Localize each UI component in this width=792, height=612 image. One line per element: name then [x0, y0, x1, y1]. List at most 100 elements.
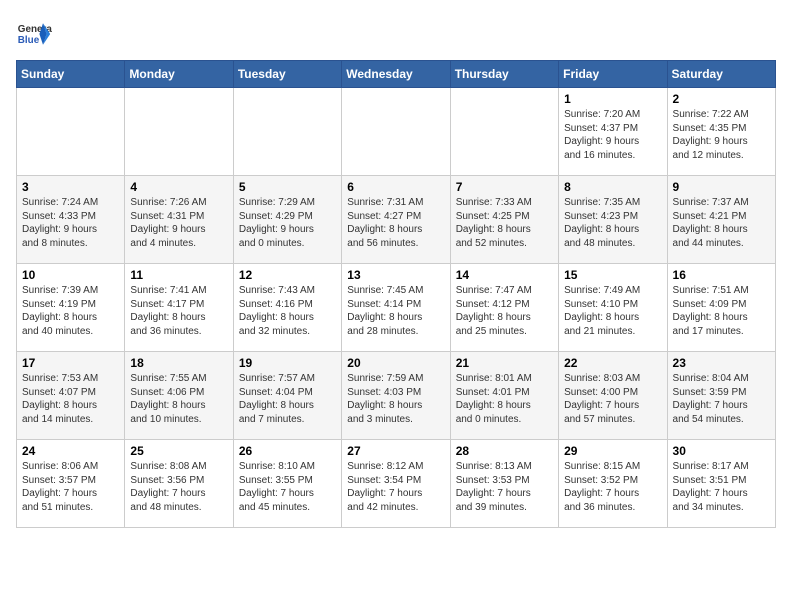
calendar-cell: 5Sunrise: 7:29 AM Sunset: 4:29 PM Daylig…	[233, 176, 341, 264]
calendar-cell: 19 Sunrise: 7:57 AM Sunset: 4:04 PM Dayli…	[233, 352, 341, 440]
calendar-cell: 8Sunrise: 7:35 AM Sunset: 4:23 PM Daylig…	[559, 176, 667, 264]
day-number: 26	[239, 444, 336, 458]
calendar-cell	[233, 88, 341, 176]
day-info: Sunrise: 8:12 AM Sunset: 3:54 PM Dayligh…	[347, 460, 444, 514]
day-info: Sunrise: 7:57 AM Sunset: 4:04 PM Dayligh…	[239, 372, 336, 426]
calendar-cell: 27 Sunrise: 8:12 AM Sunset: 3:54 PM Dayli…	[342, 440, 450, 528]
day-number: 15	[564, 268, 661, 282]
day-number: 28	[456, 444, 553, 458]
calendar-cell: 15 Sunrise: 7:49 AM Sunset: 4:10 PM Dayli…	[559, 264, 667, 352]
calendar-cell: 22 Sunrise: 8:03 AM Sunset: 4:00 PM Dayli…	[559, 352, 667, 440]
day-number: 9	[673, 180, 770, 194]
day-info: Sunrise: 8:08 AM Sunset: 3:56 PM Dayligh…	[130, 460, 227, 514]
day-number: 4	[130, 180, 227, 194]
day-number: 18	[130, 356, 227, 370]
calendar-cell: 12 Sunrise: 7:43 AM Sunset: 4:16 PM Dayli…	[233, 264, 341, 352]
day-info: Sunrise: 7:35 AM Sunset: 4:23 PM Dayligh…	[564, 196, 661, 250]
day-info: Sunrise: 8:06 AM Sunset: 3:57 PM Dayligh…	[22, 460, 119, 514]
day-info: Sunrise: 7:45 AM Sunset: 4:14 PM Dayligh…	[347, 284, 444, 338]
weekday-header-cell: Sunday	[17, 61, 125, 88]
day-info: Sunrise: 7:53 AM Sunset: 4:07 PM Dayligh…	[22, 372, 119, 426]
day-info: Sunrise: 7:59 AM Sunset: 4:03 PM Dayligh…	[347, 372, 444, 426]
calendar-cell: 6Sunrise: 7:31 AM Sunset: 4:27 PM Daylig…	[342, 176, 450, 264]
calendar-cell	[450, 88, 558, 176]
calendar-week-row: 3 Sunrise: 7:24 AM Sunset: 4:33 PM Daylig…	[17, 176, 776, 264]
calendar-table: SundayMondayTuesdayWednesdayThursdayFrid…	[16, 60, 776, 528]
weekday-header-cell: Wednesday	[342, 61, 450, 88]
day-info: Sunrise: 7:37 AM Sunset: 4:21 PM Dayligh…	[673, 196, 770, 250]
calendar-cell: 9 Sunrise: 7:37 AM Sunset: 4:21 PM Daylig…	[667, 176, 775, 264]
day-info: Sunrise: 7:39 AM Sunset: 4:19 PM Dayligh…	[22, 284, 119, 338]
day-number: 14	[456, 268, 553, 282]
calendar-week-row: 17 Sunrise: 7:53 AM Sunset: 4:07 PM Dayli…	[17, 352, 776, 440]
logo: General Blue	[16, 16, 52, 52]
calendar-week-row: 10 Sunrise: 7:39 AM Sunset: 4:19 PM Dayli…	[17, 264, 776, 352]
day-info: Sunrise: 7:47 AM Sunset: 4:12 PM Dayligh…	[456, 284, 553, 338]
day-info: Sunrise: 7:20 AM Sunset: 4:37 PM Dayligh…	[564, 108, 661, 162]
weekday-header-cell: Tuesday	[233, 61, 341, 88]
day-info: Sunrise: 7:24 AM Sunset: 4:33 PM Dayligh…	[22, 196, 119, 250]
day-number: 22	[564, 356, 661, 370]
calendar-cell: 17 Sunrise: 7:53 AM Sunset: 4:07 PM Dayli…	[17, 352, 125, 440]
day-number: 27	[347, 444, 444, 458]
calendar-cell: 30 Sunrise: 8:17 AM Sunset: 3:51 PM Dayli…	[667, 440, 775, 528]
header: General Blue	[16, 16, 776, 52]
day-number: 6	[347, 180, 444, 194]
day-info: Sunrise: 8:17 AM Sunset: 3:51 PM Dayligh…	[673, 460, 770, 514]
weekday-header-cell: Monday	[125, 61, 233, 88]
calendar-cell: 20Sunrise: 7:59 AM Sunset: 4:03 PM Dayli…	[342, 352, 450, 440]
day-info: Sunrise: 7:22 AM Sunset: 4:35 PM Dayligh…	[673, 108, 770, 162]
calendar-cell: 4 Sunrise: 7:26 AM Sunset: 4:31 PM Daylig…	[125, 176, 233, 264]
day-number: 23	[673, 356, 770, 370]
weekday-header-cell: Friday	[559, 61, 667, 88]
calendar-cell	[125, 88, 233, 176]
calendar-cell: 16 Sunrise: 7:51 AM Sunset: 4:09 PM Dayli…	[667, 264, 775, 352]
day-number: 30	[673, 444, 770, 458]
day-number: 24	[22, 444, 119, 458]
day-number: 10	[22, 268, 119, 282]
day-number: 25	[130, 444, 227, 458]
calendar-body: 1 Sunrise: 7:20 AM Sunset: 4:37 PM Daylig…	[17, 88, 776, 528]
day-number: 21	[456, 356, 553, 370]
weekday-header-cell: Saturday	[667, 61, 775, 88]
day-number: 2	[673, 92, 770, 106]
day-info: Sunrise: 7:26 AM Sunset: 4:31 PM Dayligh…	[130, 196, 227, 250]
day-number: 12	[239, 268, 336, 282]
day-info: Sunrise: 7:43 AM Sunset: 4:16 PM Dayligh…	[239, 284, 336, 338]
calendar-cell	[17, 88, 125, 176]
day-number: 3	[22, 180, 119, 194]
calendar-cell: 28 Sunrise: 8:13 AM Sunset: 3:53 PM Dayli…	[450, 440, 558, 528]
logo-icon: General Blue	[16, 16, 52, 52]
day-info: Sunrise: 7:41 AM Sunset: 4:17 PM Dayligh…	[130, 284, 227, 338]
day-number: 29	[564, 444, 661, 458]
day-info: Sunrise: 8:04 AM Sunset: 3:59 PM Dayligh…	[673, 372, 770, 426]
day-number: 19	[239, 356, 336, 370]
calendar-cell: 1 Sunrise: 7:20 AM Sunset: 4:37 PM Daylig…	[559, 88, 667, 176]
day-number: 7	[456, 180, 553, 194]
day-info: Sunrise: 8:13 AM Sunset: 3:53 PM Dayligh…	[456, 460, 553, 514]
calendar-cell: 21 Sunrise: 8:01 AM Sunset: 4:01 PM Dayli…	[450, 352, 558, 440]
day-info: Sunrise: 7:49 AM Sunset: 4:10 PM Dayligh…	[564, 284, 661, 338]
day-number: 1	[564, 92, 661, 106]
calendar-cell: 7Sunrise: 7:33 AM Sunset: 4:25 PM Daylig…	[450, 176, 558, 264]
day-number: 16	[673, 268, 770, 282]
calendar-cell: 26 Sunrise: 8:10 AM Sunset: 3:55 PM Dayli…	[233, 440, 341, 528]
day-info: Sunrise: 8:10 AM Sunset: 3:55 PM Dayligh…	[239, 460, 336, 514]
calendar-cell: 11Sunrise: 7:41 AM Sunset: 4:17 PM Dayli…	[125, 264, 233, 352]
calendar-cell: 25 Sunrise: 8:08 AM Sunset: 3:56 PM Dayli…	[125, 440, 233, 528]
svg-text:Blue: Blue	[18, 35, 40, 46]
calendar-cell: 24 Sunrise: 8:06 AM Sunset: 3:57 PM Dayli…	[17, 440, 125, 528]
calendar-cell: 10 Sunrise: 7:39 AM Sunset: 4:19 PM Dayli…	[17, 264, 125, 352]
calendar-cell: 14 Sunrise: 7:47 AM Sunset: 4:12 PM Dayli…	[450, 264, 558, 352]
calendar-cell: 3 Sunrise: 7:24 AM Sunset: 4:33 PM Daylig…	[17, 176, 125, 264]
calendar-cell: 2 Sunrise: 7:22 AM Sunset: 4:35 PM Daylig…	[667, 88, 775, 176]
day-number: 13	[347, 268, 444, 282]
calendar-cell: 13 Sunrise: 7:45 AM Sunset: 4:14 PM Dayli…	[342, 264, 450, 352]
day-info: Sunrise: 8:03 AM Sunset: 4:00 PM Dayligh…	[564, 372, 661, 426]
day-info: Sunrise: 7:51 AM Sunset: 4:09 PM Dayligh…	[673, 284, 770, 338]
day-info: Sunrise: 8:15 AM Sunset: 3:52 PM Dayligh…	[564, 460, 661, 514]
day-info: Sunrise: 8:01 AM Sunset: 4:01 PM Dayligh…	[456, 372, 553, 426]
day-number: 17	[22, 356, 119, 370]
day-number: 5	[239, 180, 336, 194]
calendar-week-row: 24 Sunrise: 8:06 AM Sunset: 3:57 PM Dayli…	[17, 440, 776, 528]
